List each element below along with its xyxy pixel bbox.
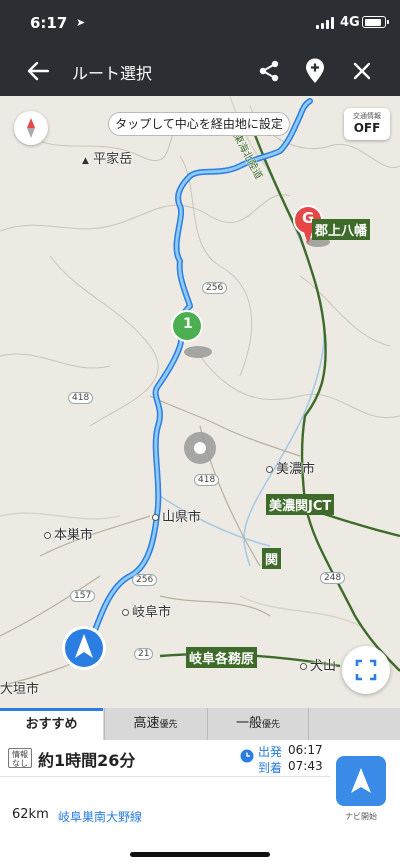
road-number: 21 [134,648,154,660]
route-duration: 約1時間26分 [38,751,136,770]
mountain-icon: ▲ [82,156,89,166]
place-inuyama: 犬山 [300,655,336,674]
place-motosu-city: 本巣市 [44,524,93,543]
clock-icon [240,749,254,763]
tab-suffix: 優先 [159,720,178,730]
depart-label: 出発 [258,745,283,759]
place-ogaki-city: 大垣市 [0,682,40,697]
via-road: 岐阜巣南大野線 [58,810,143,824]
map-view[interactable]: G 1 ▲ 平家岳 郡上八幡 東海北陸道 美濃市 美濃関JCT 山県市 関 本巣… [0,96,400,708]
share-button[interactable] [256,58,282,84]
signal-icon [316,17,334,29]
place-mino-city: 美濃市 [266,458,315,477]
close-button[interactable] [349,58,375,84]
mino-seki-jct-label: 美濃関JCT [266,494,335,515]
set-waypoint-hint[interactable]: タップして中心を経由地に設定 [108,112,290,136]
map-canvas [0,96,400,687]
place-yamagata-city: 山県市 [152,506,201,525]
network-label: 4G [340,15,360,30]
compass-button[interactable] [14,111,48,145]
depart-time: 06:17 [288,743,323,757]
back-arrow-icon [27,61,50,81]
home-indicator [130,852,270,857]
fit-route-button[interactable] [342,646,390,694]
mountain-label: 平家岳 [93,152,133,167]
back-button[interactable] [24,58,52,84]
route-summary: 情報なし 約1時間26分 出発 06:17 到着 07:43 62km 岐阜巣南… [0,740,400,865]
page-title: ルート選択 [72,64,153,83]
arrive-time: 07:43 [288,759,323,773]
traffic-toggle[interactable]: 交通情報 OFF [344,108,390,140]
traffic-state: OFF [353,121,381,135]
tab-recommended[interactable]: おすすめ [0,708,103,740]
seki-label: 関 [262,548,282,569]
add-waypoint-button[interactable] [302,57,328,85]
app-bar: ルート選択 [0,46,400,96]
tab-label: 一般 [235,716,262,731]
route-distance: 62km [12,807,49,822]
road-number: 256 [202,282,228,294]
road-number: 256 [132,574,158,586]
summary-divider [0,776,330,777]
start-navigation-label: ナビ開始 [345,812,377,821]
road-number: 418 [194,474,220,486]
location-arrow-icon: ➤ [76,16,86,29]
share-icon [259,60,279,82]
tab-suffix: 優先 [262,720,281,730]
start-navigation-button[interactable] [336,756,386,806]
traffic-title: 交通情報 [353,112,381,120]
place-mountain: ▲ 平家岳 [82,148,132,167]
route-tabs: おすすめ 高速優先 一般優先 [0,708,400,740]
battery-icon [362,16,389,28]
tab-general-priority[interactable]: 一般優先 [207,708,309,740]
destination-label: 郡上八幡 [312,219,371,240]
place-gifu-city: 岐阜市 [122,601,171,620]
status-time: 6:17 [30,14,68,32]
tab-label: 高速 [133,716,160,731]
waypoint-marker[interactable]: 1 [183,316,193,332]
tab-highway-priority[interactable]: 高速優先 [104,708,206,740]
navigate-icon [351,768,371,793]
road-number: 248 [320,572,346,584]
tab-label: おすすめ [25,717,78,732]
status-bar: 6:17 ➤ 4G [0,0,400,46]
road-number: 418 [68,392,94,404]
info-badge: 情報なし [8,748,32,768]
kakamigahara-label: 岐阜各務原 [186,647,258,668]
close-icon [353,62,371,80]
add-pin-icon [306,58,324,83]
road-number: 157 [70,590,96,602]
compass-icon [27,118,35,138]
fit-route-icon [355,659,377,681]
arrive-label: 到着 [258,761,283,775]
